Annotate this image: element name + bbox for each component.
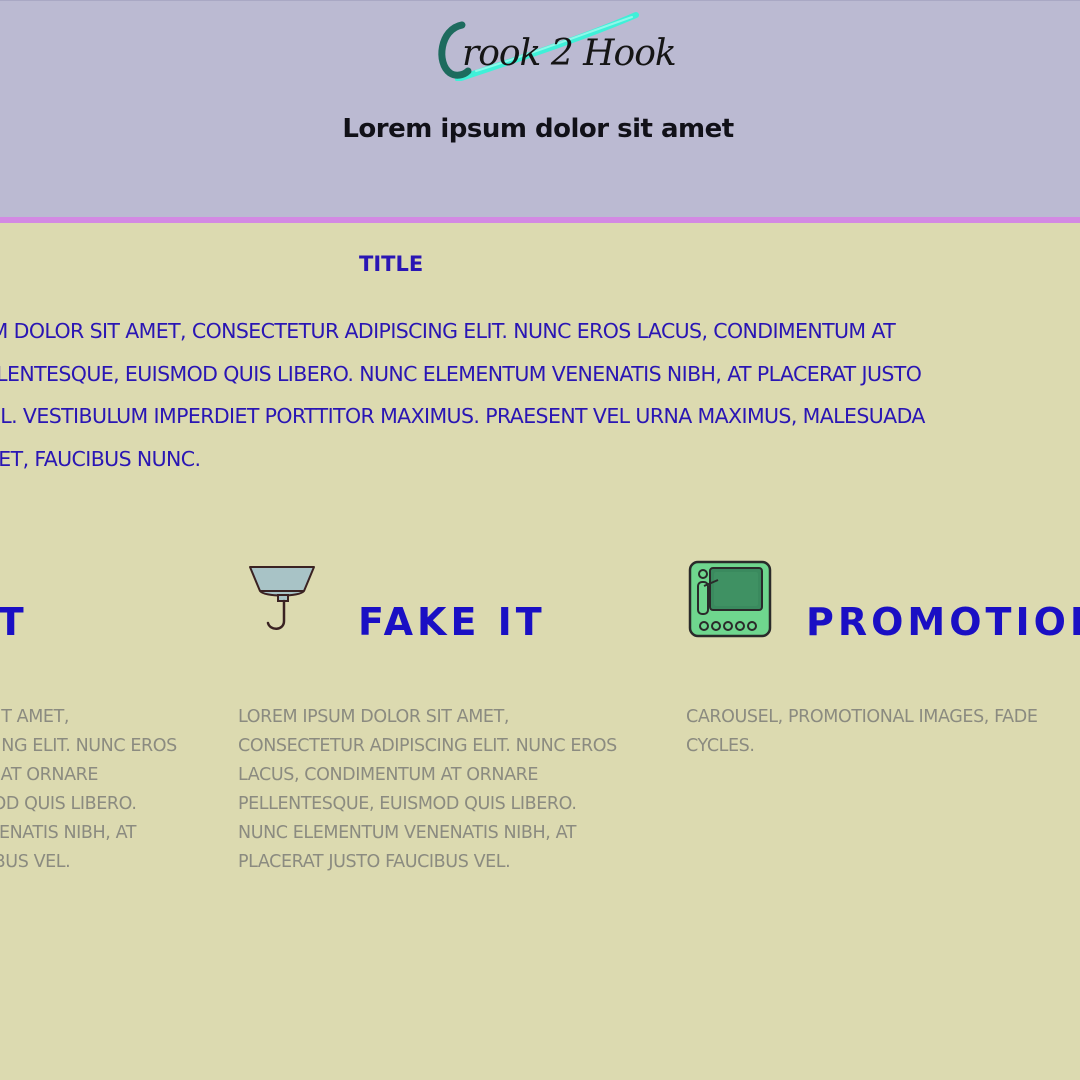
feature-title: PROMOTIONS [806,600,1080,644]
site-header: rook 2 Hook Lorem ipsum dolor sit amet [0,0,1080,217]
intro-title: TITLE [359,252,424,276]
feature-title: FAKE IT [0,600,28,644]
tagline: Lorem ipsum dolor sit amet [342,114,734,144]
feature-text: LOREM IPSUM DOLOR SIT AMET, CONSECTETUR … [0,707,177,872]
feature-title: FAKE IT [358,600,546,644]
logo-text: rook 2 Hook [462,33,677,74]
presentation-screen-icon [688,560,772,642]
header-divider [0,217,1080,223]
page: rook 2 Hook Lorem ipsum dolor sit amet T… [0,0,1080,1080]
intro-text: LOREM IPSUM DOLOR SIT AMET, CONSECTETUR … [0,319,925,471]
feature-text: LOREM IPSUM DOLOR SIT AMET, CONSECTETUR … [238,707,617,872]
site-logo[interactable]: rook 2 Hook [436,11,677,81]
feature-text: CAROUSEL, PROMOTIONAL IMAGES, FADE CYCLE… [686,707,1038,756]
hook-icon [248,565,318,639]
